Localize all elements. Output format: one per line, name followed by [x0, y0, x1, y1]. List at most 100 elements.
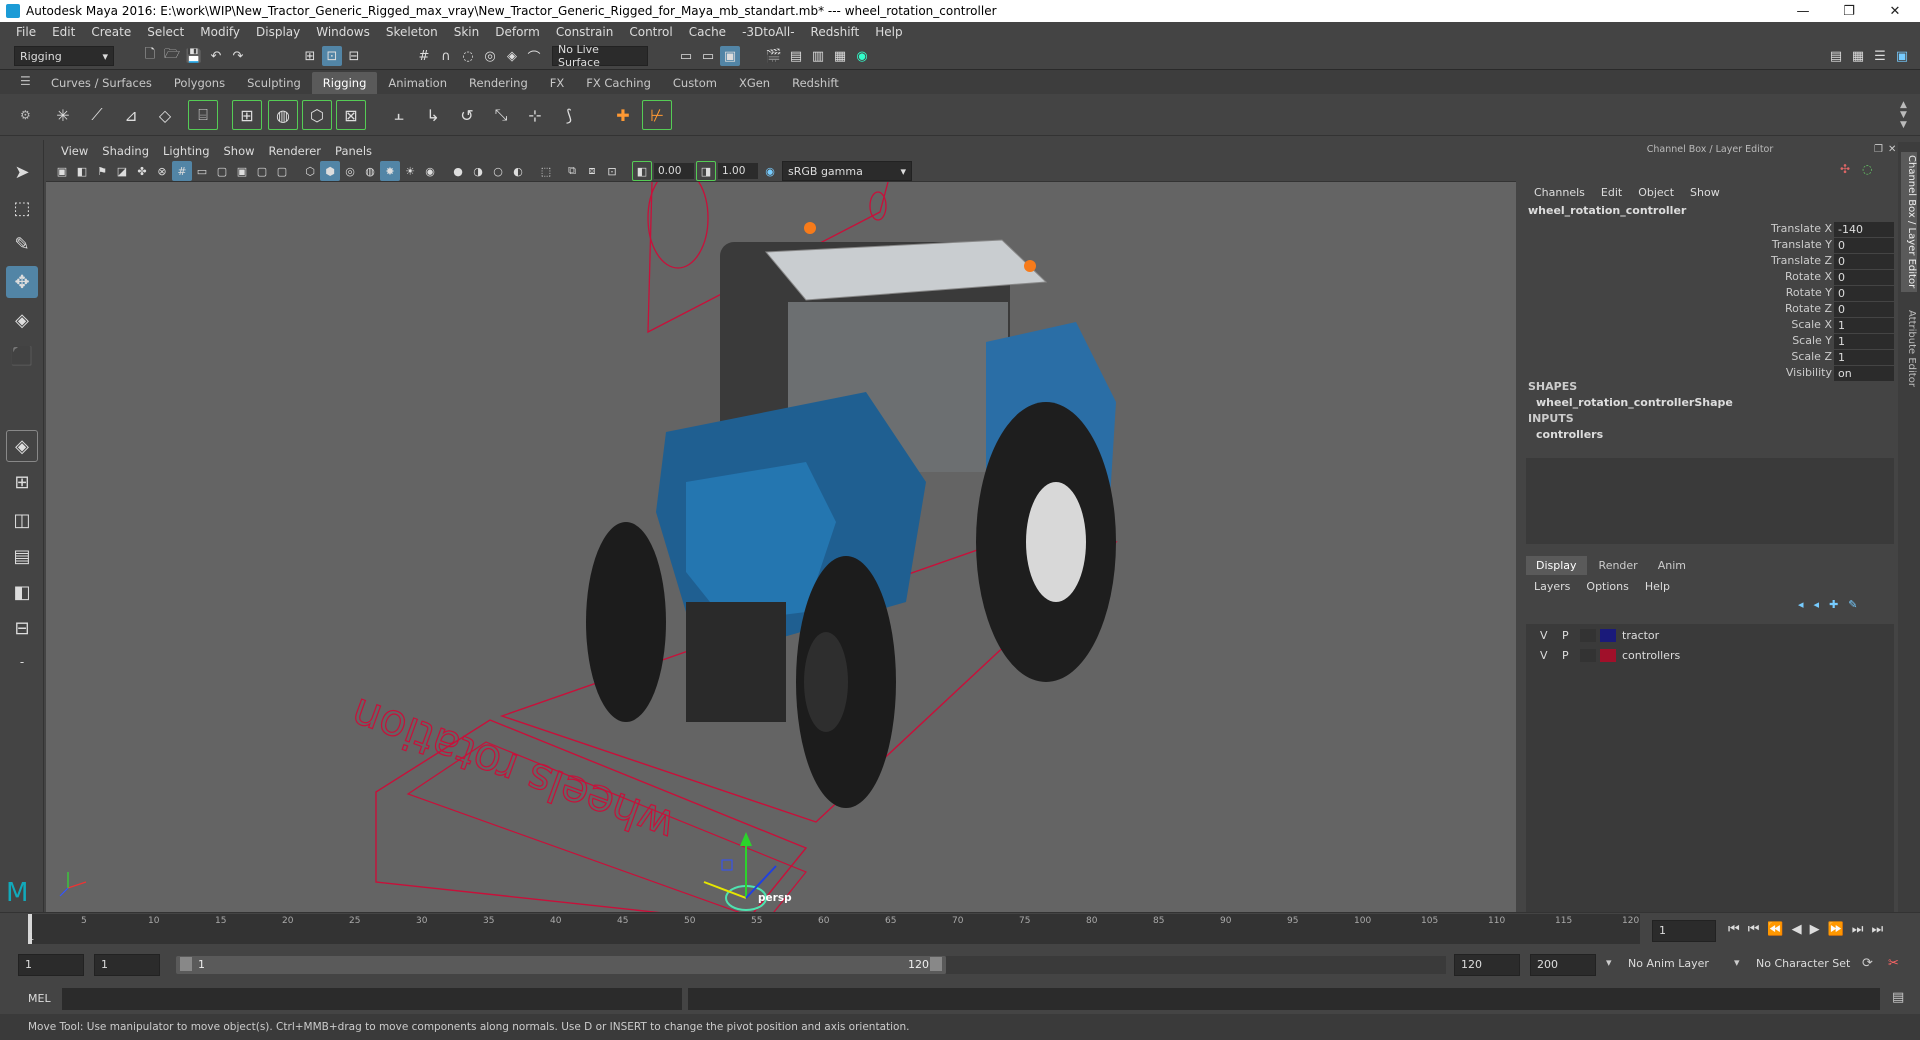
range-start-handle[interactable]: [180, 957, 192, 971]
safe-action-icon[interactable]: ▢: [252, 161, 272, 181]
cb-menu-edit[interactable]: Edit: [1601, 186, 1622, 199]
xray-icon[interactable]: ◉: [420, 161, 440, 181]
construction-history-icon[interactable]: ▣: [720, 46, 740, 66]
locator-plus-icon[interactable]: ⊬: [642, 100, 672, 130]
gamma-field[interactable]: 1.00: [718, 163, 758, 179]
menu-windows[interactable]: Windows: [308, 25, 378, 39]
channel-row[interactable]: Rotate Z0: [1522, 302, 1898, 318]
snap-point-icon[interactable]: ◌: [458, 46, 478, 66]
step-back-key-icon[interactable]: ⏮: [1748, 922, 1760, 937]
safe-title-icon[interactable]: ▢: [272, 161, 292, 181]
live-surface-field[interactable]: No Live Surface: [552, 43, 648, 69]
animation-start-field[interactable]: 1: [18, 954, 84, 976]
snap-surface-icon[interactable]: ◈: [502, 46, 522, 66]
select-object-icon[interactable]: ⊡: [322, 46, 342, 66]
backface-icon[interactable]: ⊡: [602, 161, 622, 181]
script-editor-icon[interactable]: ▤: [1892, 990, 1904, 1005]
channel-value[interactable]: 0: [1834, 238, 1894, 253]
graph-layout-icon[interactable]: ◧: [6, 576, 38, 608]
workspace-icon[interactable]: ▤: [1826, 46, 1846, 66]
go-to-end-icon[interactable]: ⏭: [1871, 922, 1883, 937]
speed-toggle-icon[interactable]: ◌: [1862, 162, 1872, 176]
channel-value[interactable]: 0: [1834, 270, 1894, 285]
close-button[interactable]: ✕: [1872, 0, 1918, 22]
animation-end-field[interactable]: 200: [1530, 954, 1596, 976]
shelf-tab-fx-caching[interactable]: FX Caching: [575, 72, 662, 94]
panel-menu-lighting[interactable]: Lighting: [156, 144, 216, 158]
wireframe-icon[interactable]: ⬡: [300, 161, 320, 181]
channel-value[interactable]: 1: [1834, 350, 1894, 365]
layer-visibility-toggle[interactable]: V: [1540, 629, 1548, 642]
cb-menu-show[interactable]: Show: [1690, 186, 1720, 199]
bind-skin-icon[interactable]: ⌸: [188, 100, 218, 130]
range-track[interactable]: [946, 956, 1446, 974]
layer-menu-layers[interactable]: Layers: [1534, 580, 1570, 593]
menu-skeleton[interactable]: Skeleton: [378, 25, 446, 39]
ambient-occlusion-icon[interactable]: ●: [448, 161, 468, 181]
shelf-tab-custom[interactable]: Custom: [662, 72, 728, 94]
shelf-scroll-icon[interactable]: ▲ ▼ ▼: [1900, 100, 1907, 130]
channel-row[interactable]: Rotate X0: [1522, 270, 1898, 286]
command-language-label[interactable]: MEL: [28, 992, 51, 1005]
scale-tool-icon[interactable]: ⬛: [6, 340, 38, 372]
chevron-down-icon[interactable]: ▾: [1606, 956, 1612, 969]
scale-constraint-icon[interactable]: ⤡: [486, 100, 516, 130]
single-perspective-layout-icon[interactable]: ◈: [6, 430, 38, 462]
move-tool-icon[interactable]: ✥: [6, 266, 38, 298]
film-gate-icon[interactable]: ⊗: [152, 161, 172, 181]
render-settings-icon[interactable]: ▥: [808, 46, 828, 66]
current-frame-field[interactable]: 1: [1652, 920, 1716, 942]
blend-shape-icon[interactable]: ⬡: [302, 100, 332, 130]
manipulator-y-arrow[interactable]: [740, 832, 752, 846]
menu-edit[interactable]: Edit: [44, 25, 83, 39]
camera-lock-icon[interactable]: ◧: [72, 161, 92, 181]
layer-playback-toggle[interactable]: P: [1562, 629, 1569, 642]
lattice-icon[interactable]: ⊞: [232, 100, 262, 130]
two-pane-layout-icon[interactable]: ◫: [6, 504, 38, 536]
menu-skin[interactable]: Skin: [446, 25, 488, 39]
hypershade-layout-icon[interactable]: ⊟: [6, 612, 38, 644]
menu-cache[interactable]: Cache: [681, 25, 734, 39]
exposure-icon[interactable]: ◧: [632, 161, 652, 181]
layer-tab-display[interactable]: Display: [1526, 556, 1587, 575]
ik-handle-icon[interactable]: ⟋: [82, 100, 112, 130]
command-input[interactable]: [62, 988, 682, 1010]
menu-3dtoall[interactable]: -3DtoAll-: [734, 25, 802, 39]
snap-grid-icon[interactable]: #: [414, 46, 434, 66]
layer-playback-toggle[interactable]: P: [1562, 649, 1569, 662]
orient-constraint-icon[interactable]: ↺: [452, 100, 482, 130]
image-plane-icon[interactable]: ◪: [112, 161, 132, 181]
layer-name[interactable]: tractor: [1622, 629, 1659, 642]
layer-tab-anim[interactable]: Anim: [1650, 556, 1694, 575]
cluster-icon[interactable]: ◇: [150, 100, 180, 130]
layer-menu-help[interactable]: Help: [1645, 580, 1670, 593]
joint-tool-icon[interactable]: ✳: [48, 100, 78, 130]
panel-menu-panels[interactable]: Panels: [328, 144, 379, 158]
perspective-viewport[interactable]: wheels rotation persp: [46, 182, 1516, 912]
menuset-dropdown[interactable]: Rigging ▾: [14, 46, 114, 66]
play-backward-icon[interactable]: ◀: [1792, 922, 1802, 937]
move-layer-up-icon[interactable]: ◂: [1798, 598, 1804, 611]
anim-layer-dropdown[interactable]: No Anim Layer: [1622, 954, 1740, 976]
render-view-icon[interactable]: ◉: [852, 46, 872, 66]
paint-select-icon[interactable]: ✎: [6, 228, 38, 260]
layer-tab-render[interactable]: Render: [1587, 556, 1650, 575]
lasso-tool-icon[interactable]: ⬚: [6, 192, 38, 224]
save-scene-icon[interactable]: 💾: [184, 46, 204, 66]
layer-type-toggle[interactable]: [1580, 629, 1596, 642]
layout-more-icon[interactable]: -: [6, 646, 38, 678]
camera-select-icon[interactable]: ▣: [52, 161, 72, 181]
output-ops-icon[interactable]: ▭: [698, 46, 718, 66]
move-layer-down-icon[interactable]: ◂: [1814, 598, 1820, 611]
channel-value[interactable]: 1: [1834, 334, 1894, 349]
undo-icon[interactable]: ↶: [206, 46, 226, 66]
open-scene-icon[interactable]: 🗁: [162, 46, 182, 66]
layer-name[interactable]: controllers: [1622, 649, 1680, 662]
range-end-handle[interactable]: [930, 957, 942, 971]
layer-menu-options[interactable]: Options: [1586, 580, 1628, 593]
panel-menu-show[interactable]: Show: [217, 144, 262, 158]
side-tab-attribute-editor[interactable]: Attribute Editor: [1901, 298, 1917, 398]
channel-box-toggle-icon[interactable]: ▣: [1892, 46, 1912, 66]
camera-attrs-icon[interactable]: ✤: [132, 161, 152, 181]
preferences-icon[interactable]: ✂: [1888, 956, 1899, 971]
